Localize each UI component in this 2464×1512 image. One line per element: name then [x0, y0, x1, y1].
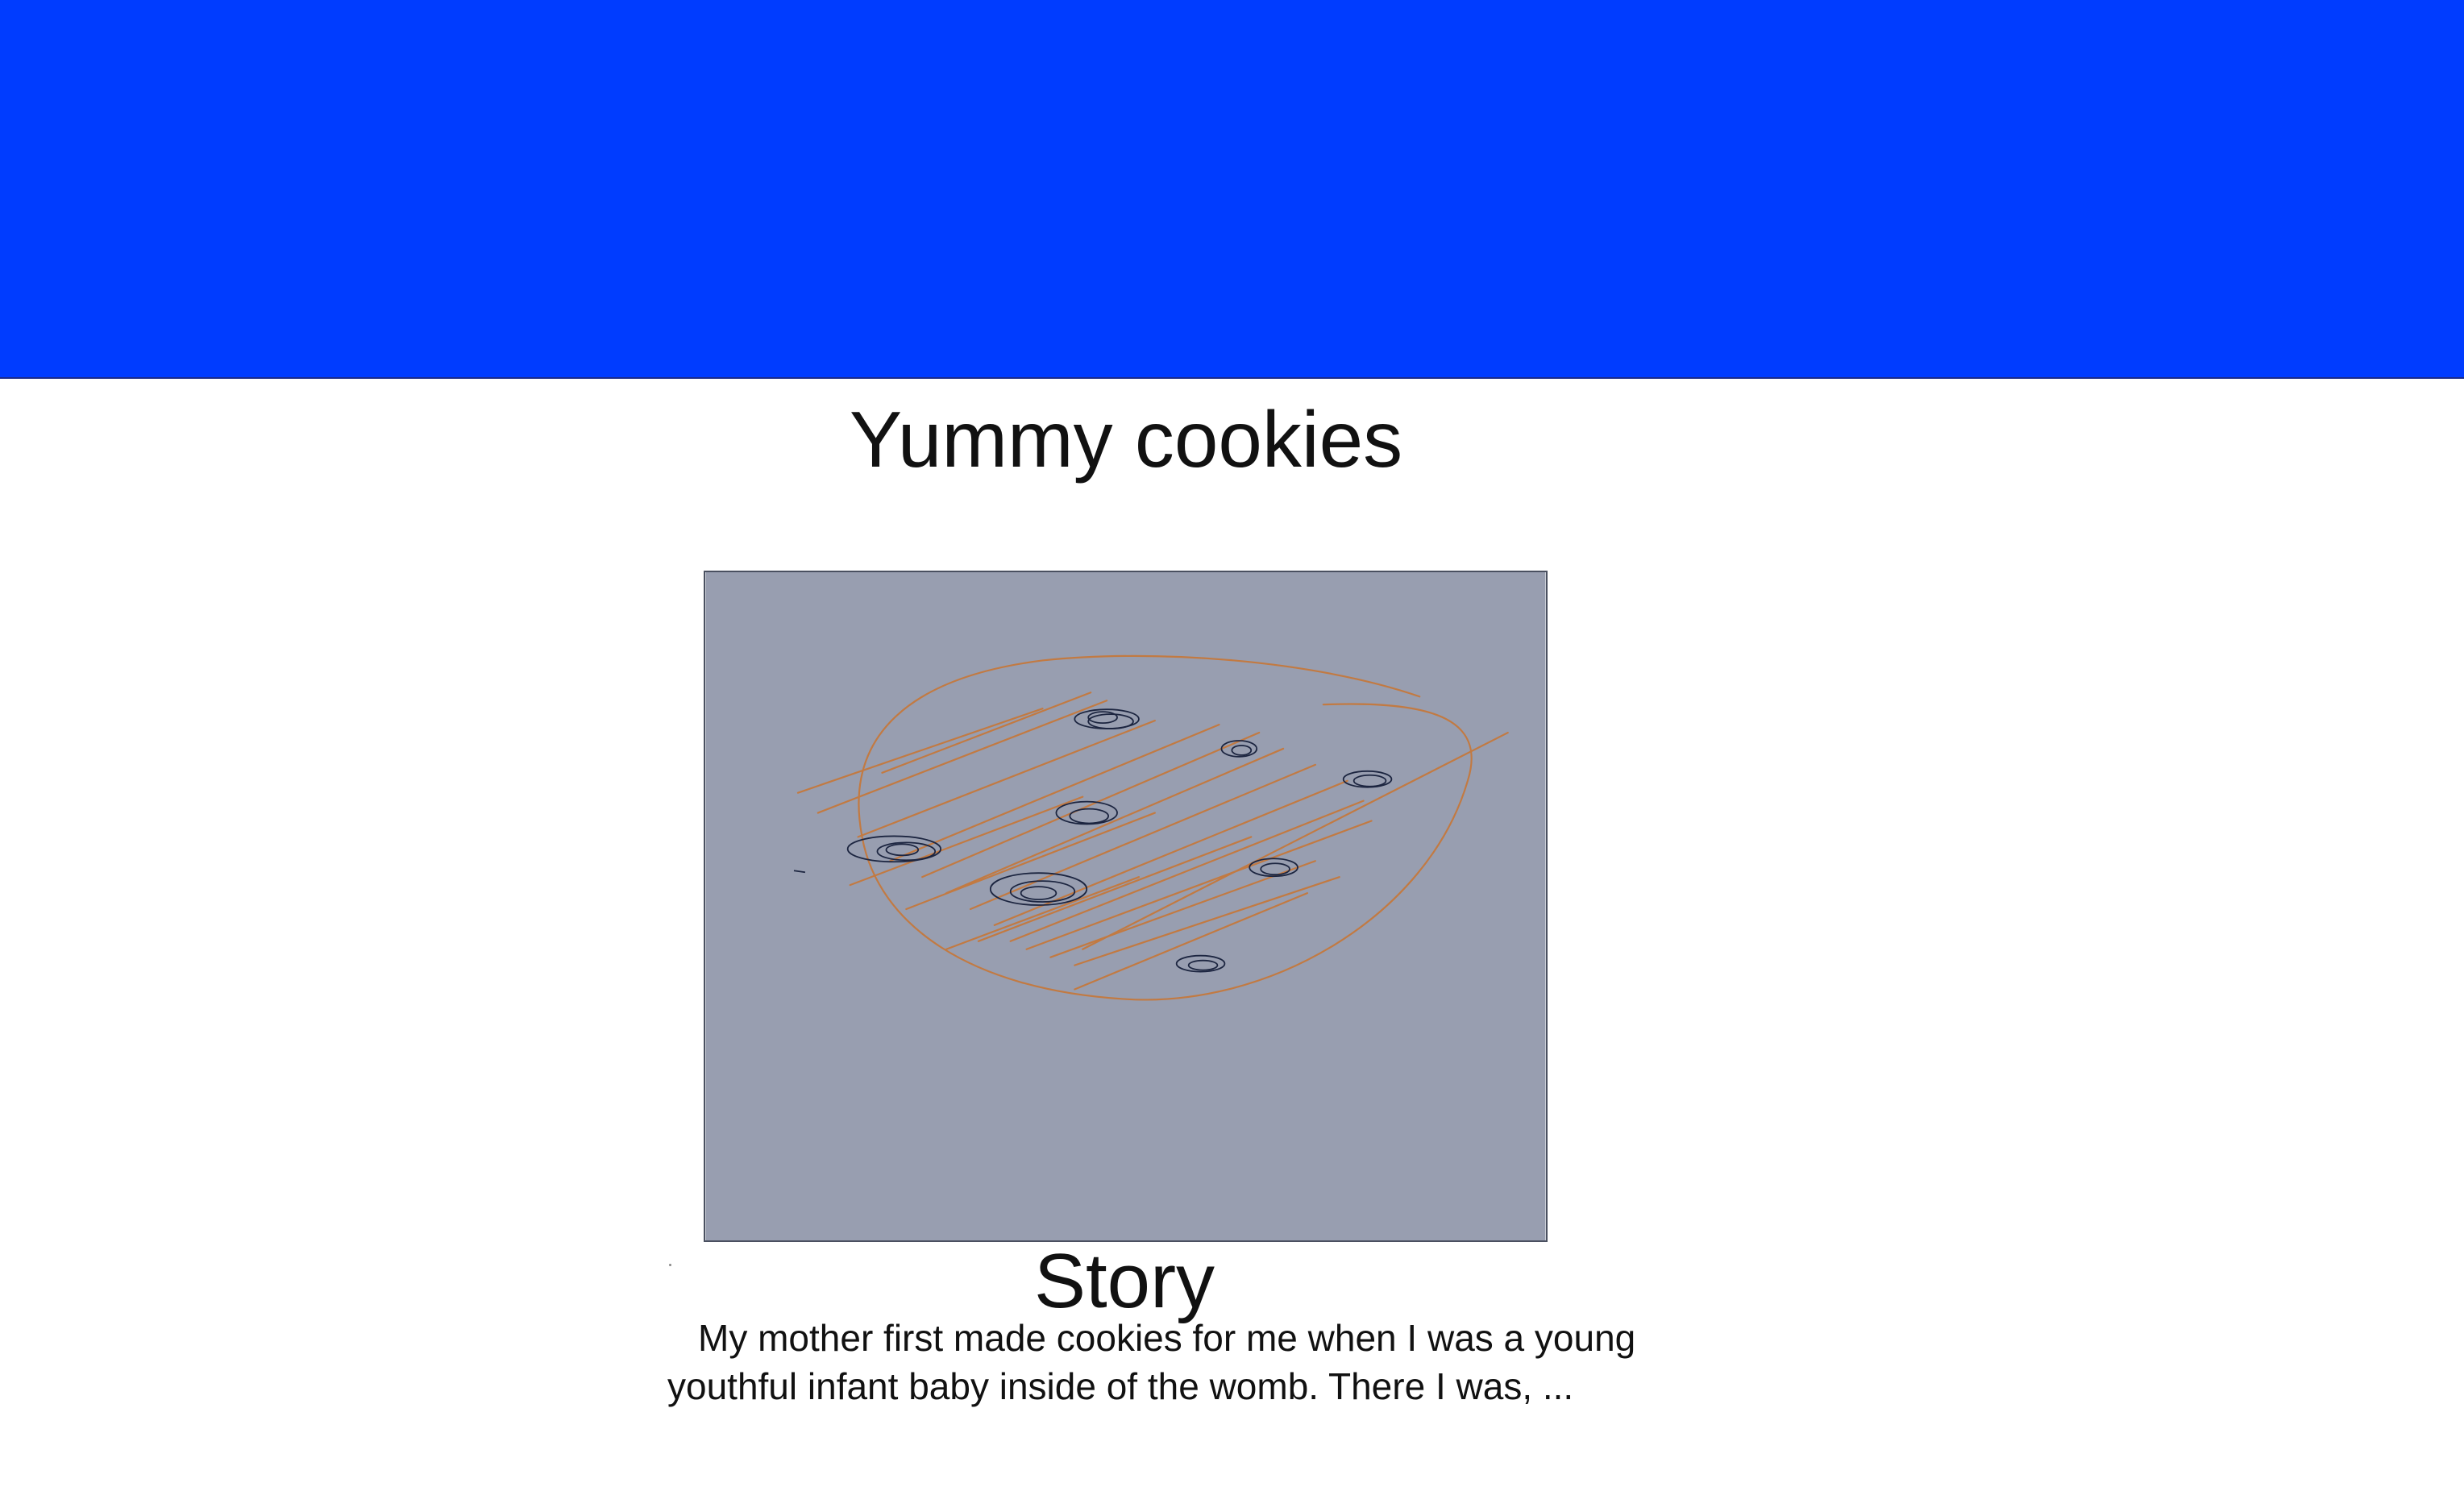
- title-container: Yummy cookies: [703, 387, 1549, 492]
- header-banner: [0, 0, 2464, 379]
- cookie-image: [704, 571, 1548, 1242]
- page-title: Yummy cookies: [849, 395, 1403, 484]
- stray-dot: [669, 1264, 671, 1266]
- cookie-sketch-icon: [705, 572, 1546, 1240]
- story-body: My mother first made cookies for me when…: [667, 1317, 1636, 1407]
